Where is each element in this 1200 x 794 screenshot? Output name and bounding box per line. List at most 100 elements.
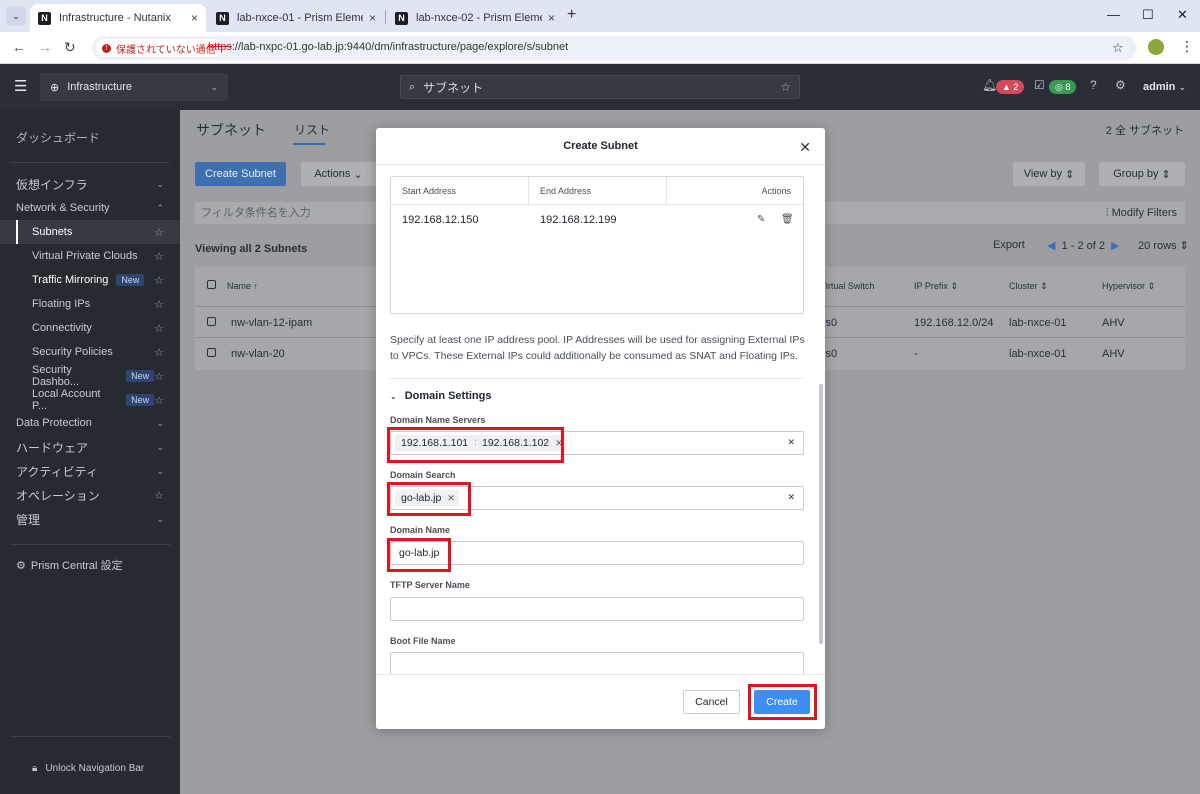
edit-pencil-icon[interactable]: ✎: [757, 214, 765, 225]
url-text: https://lab-nxpc-01.go-lab.jp:9440/dm/in…: [208, 41, 569, 53]
maximize-icon[interactable]: ☐: [1142, 7, 1154, 23]
modal-scrollbar[interactable]: [819, 384, 823, 644]
close-icon[interactable]: ×: [548, 11, 555, 25]
viewing-label: Viewing all 2 Subnets: [195, 243, 308, 255]
sidebar-item-prism-central-settings[interactable]: ⚙ Prism Central 設定: [0, 553, 180, 577]
sidebar-item-dashboard[interactable]: ダッシュボード: [0, 125, 180, 149]
column-header-hypervisor[interactable]: Hypervisor ⇕: [1102, 281, 1155, 292]
sidebar-item-floating-ips[interactable]: Floating IPs ☆: [0, 292, 180, 316]
star-icon[interactable]: ☆: [780, 80, 791, 94]
chevron-down-icon: ⌄: [156, 417, 164, 428]
sidebar-item-security-dashboard[interactable]: Security Dashbo... New ☆: [0, 364, 180, 388]
new-tab-icon[interactable]: +: [567, 6, 576, 24]
sidebar-item-connectivity[interactable]: Connectivity ☆: [0, 316, 180, 340]
close-icon[interactable]: ×: [191, 11, 198, 25]
column-header-name[interactable]: Name ↑: [227, 281, 258, 291]
sidebar-item-data-protection[interactable]: Data Protection ⌄: [0, 411, 180, 435]
browser-tab-3[interactable]: N lab-nxce-02 - Prism Element ×: [387, 4, 563, 32]
more-vert-icon[interactable]: ⋮: [1180, 38, 1194, 55]
chevron-down-icon: ⌄: [156, 513, 164, 524]
tab-search-icon[interactable]: ⌄: [6, 6, 26, 26]
row-checkbox[interactable]: [207, 348, 216, 357]
rows-per-page[interactable]: 20 rows ⇕: [1138, 239, 1189, 252]
chevron-down-icon: ⌄: [156, 178, 164, 189]
sidebar-item-activity[interactable]: アクティビティ ⌄: [0, 459, 180, 483]
column-header-ip-prefix[interactable]: IP Prefix ⇕: [914, 281, 958, 292]
window-close-icon[interactable]: ✕: [1177, 7, 1188, 23]
clear-icon[interactable]: ✕: [787, 437, 795, 448]
sidebar-item-security-policies[interactable]: Security Policies ☆: [0, 340, 180, 364]
highlight-box: [387, 427, 564, 463]
close-icon[interactable]: ×: [369, 11, 376, 25]
pool-help-text: Specify at least one IP address pool. IP…: [390, 334, 805, 362]
security-chip[interactable]: ! 保護されていない通信: [96, 39, 222, 57]
domain-settings-toggle[interactable]: ⌄ Domain Settings: [390, 390, 492, 402]
dns-label: Domain Name Servers: [390, 415, 486, 425]
chevron-down-icon: ⌄: [1178, 82, 1187, 92]
bell-icon[interactable]: 🔔︎: [982, 78, 997, 92]
user-menu[interactable]: admin ⌄: [1143, 81, 1186, 93]
new-badge: New: [126, 370, 155, 382]
back-icon[interactable]: ←: [12, 39, 26, 55]
close-icon[interactable]: ✕: [799, 139, 811, 156]
sidebar-item-admin[interactable]: 管理 ⌄: [0, 507, 180, 531]
tab-list[interactable]: リスト: [294, 121, 330, 138]
help-icon[interactable]: ?: [1090, 78, 1097, 92]
gear-icon[interactable]: ⚙: [1115, 78, 1126, 92]
sidebar-item-subnets[interactable]: Subnets ☆: [0, 220, 180, 244]
column-header-cluster[interactable]: Cluster ⇕: [1009, 281, 1048, 292]
view-by-button[interactable]: View by ⇕: [1013, 162, 1085, 186]
tftp-server-input[interactable]: [390, 597, 804, 621]
sidebar-item-hardware[interactable]: ハードウェア ⌄: [0, 435, 180, 459]
reload-icon[interactable]: ↻: [64, 39, 76, 56]
trash-icon[interactable]: 🗑︎: [781, 214, 794, 225]
warning-icon: !: [102, 43, 111, 53]
select-all-checkbox[interactable]: [207, 280, 216, 289]
cancel-button[interactable]: Cancel: [683, 690, 740, 714]
profile-avatar-icon[interactable]: [1148, 39, 1164, 55]
url-omnibox[interactable]: ! 保護されていない通信 https://lab-nxpc-01.go-lab.…: [92, 36, 1137, 60]
unlock-navigation-button[interactable]: 🔒︎ Unlock Navigation Bar: [0, 756, 180, 780]
clear-icon[interactable]: ✕: [787, 492, 795, 503]
domain-name-input[interactable]: go-lab.jp: [390, 541, 804, 565]
task-badge[interactable]: ◎ 8: [1049, 80, 1077, 94]
task-icon[interactable]: ☑: [1034, 78, 1045, 92]
app-switcher[interactable]: ⊕ Infrastructure ⌄: [40, 73, 228, 101]
filter-icon: ⫶: [1105, 207, 1109, 219]
subnet-count: 2 全 サブネット: [1105, 125, 1184, 137]
star-icon: ☆: [154, 322, 164, 335]
sidebar-item-local-account[interactable]: Local Account P... New ☆: [0, 388, 180, 412]
bookmark-star-icon[interactable]: ☆: [1112, 40, 1124, 56]
export-button[interactable]: Export: [993, 239, 1025, 251]
table-cell-hypervisor: AHV: [1102, 317, 1125, 329]
alert-badge[interactable]: ▲ 2: [996, 80, 1025, 94]
nutanix-favicon-icon: N: [395, 11, 408, 25]
chevron-up-icon: ⌃: [156, 202, 164, 213]
minimize-icon[interactable]: —: [1107, 7, 1120, 22]
sidebar-item-network-security[interactable]: Network & Security ⌃: [0, 196, 180, 220]
row-checkbox[interactable]: [207, 317, 216, 326]
table-cell-ip-prefix: 192.168.12.0/24: [914, 317, 994, 329]
browser-tab-1[interactable]: N Infrastructure - Nutanix ×: [30, 4, 206, 32]
actions-button[interactable]: Actions ⌄: [301, 162, 376, 186]
column-header-vswitch[interactable]: Virtual Switch: [820, 281, 874, 291]
table-cell-name[interactable]: nw-vlan-12-ipam: [231, 317, 312, 329]
sidebar-item-operations[interactable]: オペレーション ☆: [0, 483, 180, 507]
global-search-input[interactable]: ⌕ サブネット ☆: [400, 75, 800, 99]
chevron-down-icon: ⌄: [390, 392, 397, 401]
hamburger-menu-icon[interactable]: ☰: [14, 77, 27, 95]
create-subnet-button[interactable]: Create Subnet: [195, 162, 286, 186]
highlight-box: [387, 538, 451, 572]
group-by-button[interactable]: Group by ⇕: [1099, 162, 1185, 186]
sidebar-item-traffic-mirroring[interactable]: Traffic Mirroring New ☆: [0, 268, 180, 292]
star-icon: ☆: [154, 489, 164, 502]
table-cell-name[interactable]: nw-vlan-20: [231, 348, 285, 360]
star-icon: ☆: [154, 370, 164, 383]
sidebar-item-virtual-infra[interactable]: 仮想インフラ ⌄: [0, 172, 180, 196]
browser-tab-2[interactable]: N lab-nxce-01 - Prism Element ×: [208, 4, 384, 32]
star-icon: ☆: [154, 394, 164, 407]
pool-header-end: End Address: [540, 186, 592, 196]
forward-icon[interactable]: →: [38, 39, 52, 55]
boot-file-input[interactable]: [390, 652, 804, 676]
sidebar-item-vpc[interactable]: Virtual Private Clouds ☆: [0, 244, 180, 268]
